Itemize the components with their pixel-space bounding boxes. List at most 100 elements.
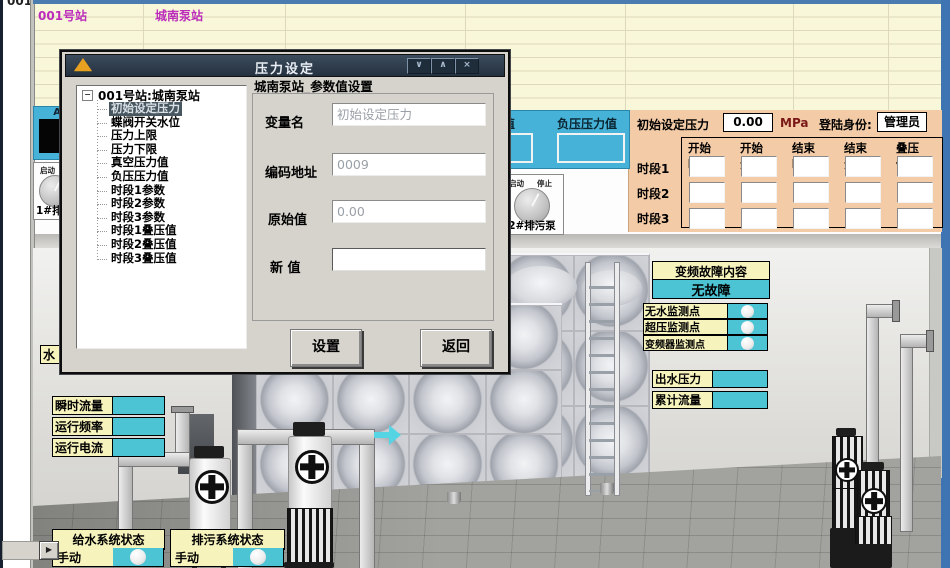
stop-label: 停止 (537, 178, 552, 189)
vfd-fault-header: 变频故障内容 (652, 261, 770, 281)
tree-item[interactable]: 真空压力值 (109, 156, 171, 170)
param-input[interactable] (845, 208, 881, 229)
left-list-panel[interactable] (3, 0, 30, 568)
param-input[interactable] (741, 182, 777, 203)
table-gridline (888, 4, 889, 110)
metric-value (113, 396, 165, 415)
minimize-button[interactable]: ∨ (407, 58, 431, 74)
set-button[interactable]: 设置 (290, 329, 362, 367)
panel-screen (39, 119, 61, 153)
tree-item[interactable]: 蝶阀开关水位 (109, 116, 182, 130)
param-input[interactable] (793, 182, 829, 203)
pressure-unit: MPa (780, 116, 809, 130)
drain-pump-2-graphic[interactable] (284, 420, 334, 568)
vfd-fault-status: 无故障 (652, 279, 770, 299)
pump-fan-icon (295, 450, 329, 484)
monitor-label: 超压监测点 (643, 319, 728, 335)
param-input[interactable] (689, 208, 725, 229)
code-addr-input[interactable]: 0009 (332, 153, 486, 176)
orig-value-label: 原始值 (268, 209, 307, 228)
new-value-label: 新 值 (270, 257, 301, 276)
drain-status-title: 排污系统状态 (170, 529, 285, 550)
total-flow-value (713, 391, 768, 409)
hidden-label: 水 (40, 345, 61, 364)
tree-item[interactable]: 压力下限 (109, 143, 159, 157)
pipe-flange (926, 330, 934, 352)
dialog-titlebar[interactable]: 压力设定 ∨ ∧ × (65, 54, 505, 77)
tree-item[interactable]: 时段1参数 (109, 184, 167, 198)
flow-arrow-icon (374, 432, 389, 438)
metric-row: 运行频率 (52, 417, 165, 436)
param-input[interactable] (845, 156, 881, 177)
indicator-circle (741, 305, 754, 318)
tree-item[interactable]: 时段1叠压值 (109, 224, 179, 238)
tree-item[interactable]: 压力上限 (109, 129, 159, 143)
maximize-button[interactable]: ∧ (431, 58, 455, 74)
tree-root-node[interactable]: − 001号站:城南泵站 (81, 88, 246, 102)
station-name[interactable]: 城南泵站 (155, 7, 203, 24)
station-id[interactable]: 001号站 (38, 7, 87, 24)
indicator-circle (130, 549, 146, 565)
monitor-indicator (728, 303, 768, 319)
login-identity[interactable]: 管理员 (877, 112, 927, 132)
ladder-rungs (589, 272, 614, 492)
tree-item[interactable]: 时段2参数 (109, 197, 167, 211)
tree-connector (97, 100, 98, 260)
supply-mode: 手动 (52, 548, 116, 567)
tank-panel (486, 370, 563, 435)
close-button[interactable]: × (455, 58, 479, 74)
table-gridline (625, 4, 626, 110)
return-button[interactable]: 返回 (420, 329, 492, 367)
param-input[interactable] (793, 156, 829, 177)
param-input[interactable] (741, 208, 777, 229)
left-list-item[interactable]: 001 (7, 0, 32, 8)
pipe (359, 429, 375, 568)
negative-pressure-label: 负压压力值 (557, 115, 617, 132)
booster-pump-2-graphic[interactable] (854, 462, 892, 568)
period-row-label: 时段1 (637, 160, 669, 177)
tree-item[interactable]: 初始设定压力 (109, 102, 182, 116)
window-edge (0, 0, 3, 568)
collapse-icon[interactable]: − (82, 90, 93, 101)
orig-value-input[interactable]: 0.00 (332, 200, 486, 223)
param-input[interactable] (897, 182, 933, 203)
metric-value (113, 417, 165, 436)
param-input[interactable] (741, 156, 777, 177)
tank-panel (409, 370, 486, 435)
login-label: 登陆身份: (819, 116, 872, 133)
new-value-input[interactable] (332, 248, 486, 271)
monitor-label: 无水监测点 (643, 303, 728, 319)
supply-status-title: 给水系统状态 (52, 529, 165, 550)
param-input[interactable] (793, 208, 829, 229)
metric-value (113, 438, 165, 457)
tank-top-bulge (505, 266, 577, 308)
var-name-input[interactable]: 初始设定压力 (332, 103, 486, 126)
metric-label: 运行频率 (52, 417, 113, 436)
tree-item[interactable]: 时段3叠压值 (109, 252, 179, 266)
metric-row: 瞬时流量 (52, 396, 165, 415)
param-input[interactable] (897, 156, 933, 177)
indicator-circle (250, 549, 266, 565)
pressure-setting-dialog: 压力设定 ∨ ∧ × − 001号站:城南泵站 初始设定压力 蝶阀开关水位 压力… (60, 50, 510, 374)
table-gridline (793, 4, 794, 110)
negative-pressure-value (557, 133, 625, 163)
drain-mode-indicator (233, 548, 284, 567)
scroll-right-button[interactable]: ▶ (39, 541, 59, 560)
init-pressure-value[interactable]: 0.00 (723, 113, 773, 132)
total-flow-row: 累计流量 (652, 391, 768, 409)
param-input[interactable] (689, 156, 725, 177)
tree-item[interactable]: 负压压力值 (109, 170, 171, 184)
outlet-pressure-value (713, 370, 768, 388)
param-input[interactable] (845, 182, 881, 203)
period-table: 开始时 开始分 结束时 结束分 叠压值 (681, 137, 943, 228)
param-input[interactable] (897, 208, 933, 229)
monitor-row: 超压监测点 (643, 319, 768, 335)
code-addr-label: 编码地址 (265, 162, 317, 181)
pump-fan-icon (195, 470, 229, 504)
tree-item[interactable]: 时段3参数 (109, 211, 167, 225)
tree-item[interactable]: 时段2叠压值 (109, 238, 179, 252)
tank-nozzle (447, 492, 461, 504)
param-input[interactable] (689, 182, 725, 203)
metric-row: 运行电流 (52, 438, 165, 457)
supply-mode-indicator (113, 548, 164, 567)
